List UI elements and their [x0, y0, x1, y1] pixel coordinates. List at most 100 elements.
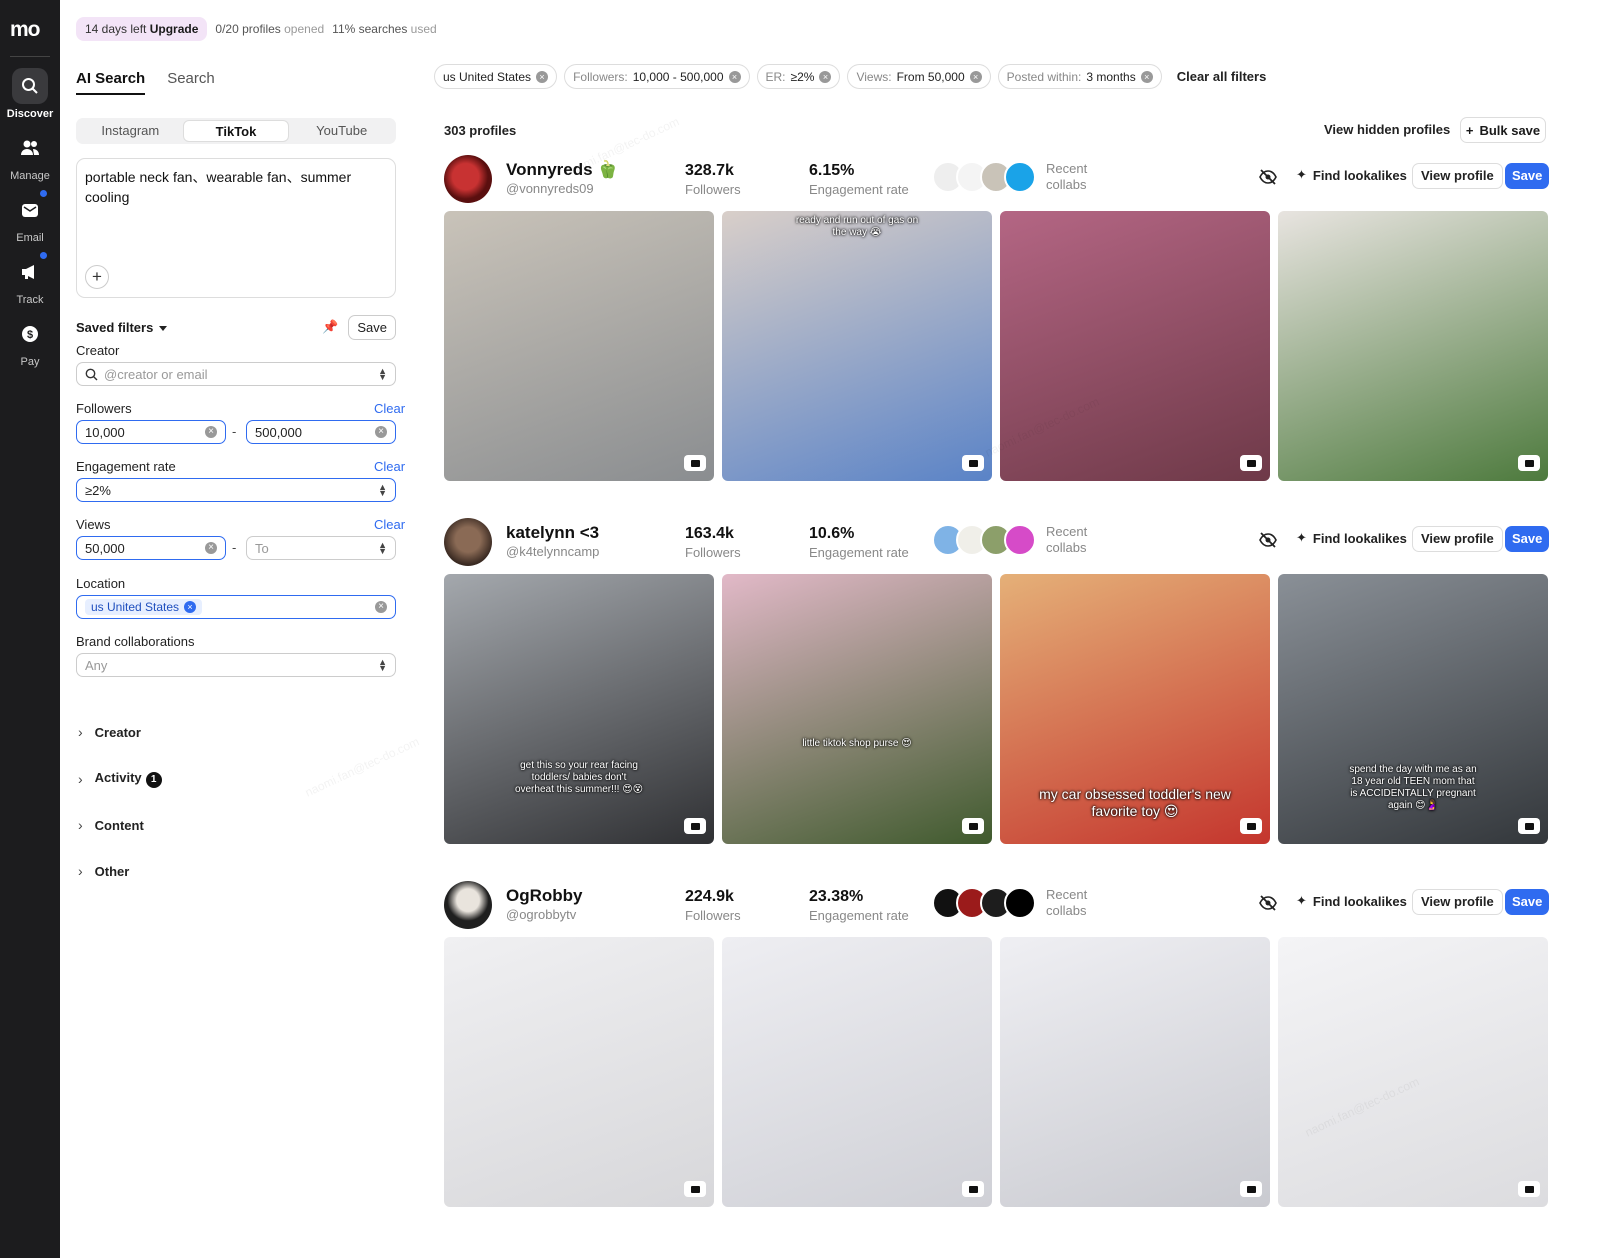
- prompt-text: portable neck fan、wearable fan、summer co…: [85, 169, 352, 205]
- trial-badge[interactable]: 14 days left Upgrade: [76, 17, 208, 41]
- content-thumbnail[interactable]: spend the day with me as an 18 year old …: [1278, 574, 1548, 844]
- app-logo[interactable]: mo: [10, 18, 40, 42]
- views-min-input[interactable]: 50,000 ×: [76, 536, 226, 560]
- followers-min-input[interactable]: 10,000 ×: [76, 420, 226, 444]
- view-profile-button[interactable]: View profile: [1412, 889, 1503, 915]
- content-thumbnail[interactable]: little tiktok shop purse 😍: [722, 574, 992, 844]
- avatar[interactable]: [444, 881, 492, 929]
- rail-item-email[interactable]: Email: [0, 190, 60, 244]
- followers-label: Followers: [685, 908, 741, 923]
- bulk-save-button[interactable]: + Bulk save: [1460, 117, 1546, 143]
- clear-icon[interactable]: ×: [205, 542, 217, 554]
- rail-item-discover[interactable]: Discover: [0, 68, 60, 120]
- brand-collab-select[interactable]: Any ▲ ▼: [76, 653, 396, 677]
- notification-dot: [40, 190, 47, 197]
- filter-chip-posted[interactable]: Posted within: 3 months ×: [997, 64, 1162, 89]
- view-hidden-profiles-link[interactable]: View hidden profiles: [1324, 122, 1450, 137]
- thumbnail-caption: spend the day with me as an 18 year old …: [1349, 764, 1477, 811]
- save-creator-button[interactable]: Save: [1505, 163, 1550, 189]
- rail-label: Pay: [20, 356, 40, 368]
- plus-icon: +: [1465, 122, 1474, 138]
- view-profile-button[interactable]: View profile: [1412, 163, 1503, 189]
- filter-chip-er[interactable]: ER: ≥2% ×: [756, 64, 841, 89]
- tab-ai-search[interactable]: AI Search: [76, 70, 146, 95]
- content-thumbnail[interactable]: [444, 211, 714, 481]
- remove-chip-icon[interactable]: ×: [184, 601, 197, 613]
- content-thumbnail[interactable]: [444, 937, 714, 1207]
- engagement-select[interactable]: ≥2% ▲ ▼: [76, 478, 396, 502]
- content-thumbnail[interactable]: [1000, 937, 1270, 1207]
- video-icon: [962, 455, 984, 471]
- rail-label: Track: [16, 294, 44, 306]
- video-icon: [962, 1181, 984, 1197]
- followers-max-input[interactable]: 500,000 ×: [246, 420, 396, 444]
- add-attachment-button[interactable]: +: [85, 265, 109, 289]
- followers-value: 224.9k: [685, 888, 734, 905]
- recent-collabs: Recent collabs: [932, 524, 1087, 556]
- section-content[interactable]: › Content: [78, 817, 144, 833]
- view-profile-button[interactable]: View profile: [1412, 526, 1503, 552]
- platform-instagram[interactable]: Instagram: [78, 120, 183, 142]
- save-filters-button[interactable]: Save: [348, 314, 396, 340]
- collab-brand-logo[interactable]: [1004, 524, 1036, 556]
- section-activity[interactable]: › Activity 1: [78, 770, 162, 788]
- dollar-icon: $: [12, 316, 48, 352]
- remove-filter-icon[interactable]: ×: [728, 70, 741, 83]
- rail-item-manage[interactable]: Manage: [0, 130, 60, 182]
- remove-filter-icon[interactable]: ×: [1140, 70, 1153, 83]
- content-thumbnail[interactable]: ready and run out of gas on the way 😭: [722, 211, 992, 481]
- save-creator-button[interactable]: Save: [1505, 526, 1550, 552]
- followers-clear-link[interactable]: Clear: [374, 401, 405, 416]
- location-input[interactable]: us United States × ×: [76, 595, 396, 619]
- avatar[interactable]: [444, 155, 492, 203]
- thumbnail-caption: my car obsessed toddler's new favorite t…: [1039, 786, 1231, 819]
- section-creator[interactable]: › Creator: [78, 724, 141, 740]
- tab-search[interactable]: Search: [167, 70, 215, 95]
- platform-tiktok[interactable]: TikTok: [182, 120, 290, 142]
- find-lookalikes-button[interactable]: ✦ Find lookalikes: [1296, 167, 1407, 183]
- content-thumbnail[interactable]: [1000, 211, 1270, 481]
- collab-brand-logo[interactable]: [1004, 887, 1036, 919]
- creator-search-input[interactable]: @creator or email ▲ ▼: [76, 362, 396, 386]
- saved-filters-dropdown[interactable]: Saved filters: [76, 320, 168, 335]
- views-max-select[interactable]: To ▲ ▼: [246, 536, 396, 560]
- find-lookalikes-button[interactable]: ✦ Find lookalikes: [1296, 893, 1407, 909]
- remove-filter-icon[interactable]: ×: [536, 70, 549, 83]
- hide-profile-icon[interactable]: [1259, 894, 1277, 912]
- remove-filter-icon[interactable]: ×: [969, 70, 982, 83]
- avatar[interactable]: [444, 518, 492, 566]
- find-lookalikes-button[interactable]: ✦ Find lookalikes: [1296, 530, 1407, 546]
- platform-youtube[interactable]: YouTube: [289, 120, 394, 142]
- pin-icon[interactable]: 📌: [322, 319, 338, 335]
- engagement-clear-link[interactable]: Clear: [374, 459, 405, 474]
- content-thumbnail[interactable]: my car obsessed toddler's new favorite t…: [1000, 574, 1270, 844]
- creator-name[interactable]: OgRobby: [506, 886, 583, 906]
- hide-profile-icon[interactable]: [1259, 168, 1277, 186]
- clear-icon[interactable]: ×: [375, 601, 387, 613]
- clear-all-filters-link[interactable]: Clear all filters: [1177, 69, 1267, 84]
- filter-chip-followers[interactable]: Followers: 10,000 - 500,000 ×: [564, 64, 750, 89]
- rail-item-pay[interactable]: $ Pay: [0, 316, 60, 368]
- views-clear-link[interactable]: Clear: [374, 517, 405, 532]
- clear-icon[interactable]: ×: [375, 426, 387, 438]
- filter-chip-views[interactable]: Views: From 50,000 ×: [847, 64, 991, 89]
- section-other[interactable]: › Other: [78, 863, 129, 879]
- creator-name[interactable]: katelynn <3: [506, 523, 599, 543]
- filter-chip-location[interactable]: us United States ×: [434, 64, 558, 89]
- hide-profile-icon[interactable]: [1259, 531, 1277, 549]
- rail-item-track[interactable]: Track: [0, 252, 60, 306]
- chevron-right-icon: ›: [78, 817, 83, 833]
- clear-icon[interactable]: ×: [205, 426, 217, 438]
- creator-name[interactable]: Vonnyreds 🫑: [506, 160, 618, 180]
- content-thumbnail[interactable]: [722, 937, 992, 1207]
- collab-brand-logo[interactable]: [1004, 161, 1036, 193]
- content-thumbnail[interactable]: [1278, 211, 1548, 481]
- upgrade-link[interactable]: Upgrade: [150, 22, 199, 36]
- content-thumbnail[interactable]: get this so your rear facing toddlers/ b…: [444, 574, 714, 844]
- followers-value: 163.4k: [685, 525, 734, 542]
- content-thumbnail[interactable]: [1278, 937, 1548, 1207]
- save-creator-button[interactable]: Save: [1505, 889, 1550, 915]
- brand-collab-label: Brand collaborations: [76, 634, 195, 649]
- ai-prompt-input[interactable]: portable neck fan、wearable fan、summer co…: [76, 158, 396, 298]
- remove-filter-icon[interactable]: ×: [819, 70, 832, 83]
